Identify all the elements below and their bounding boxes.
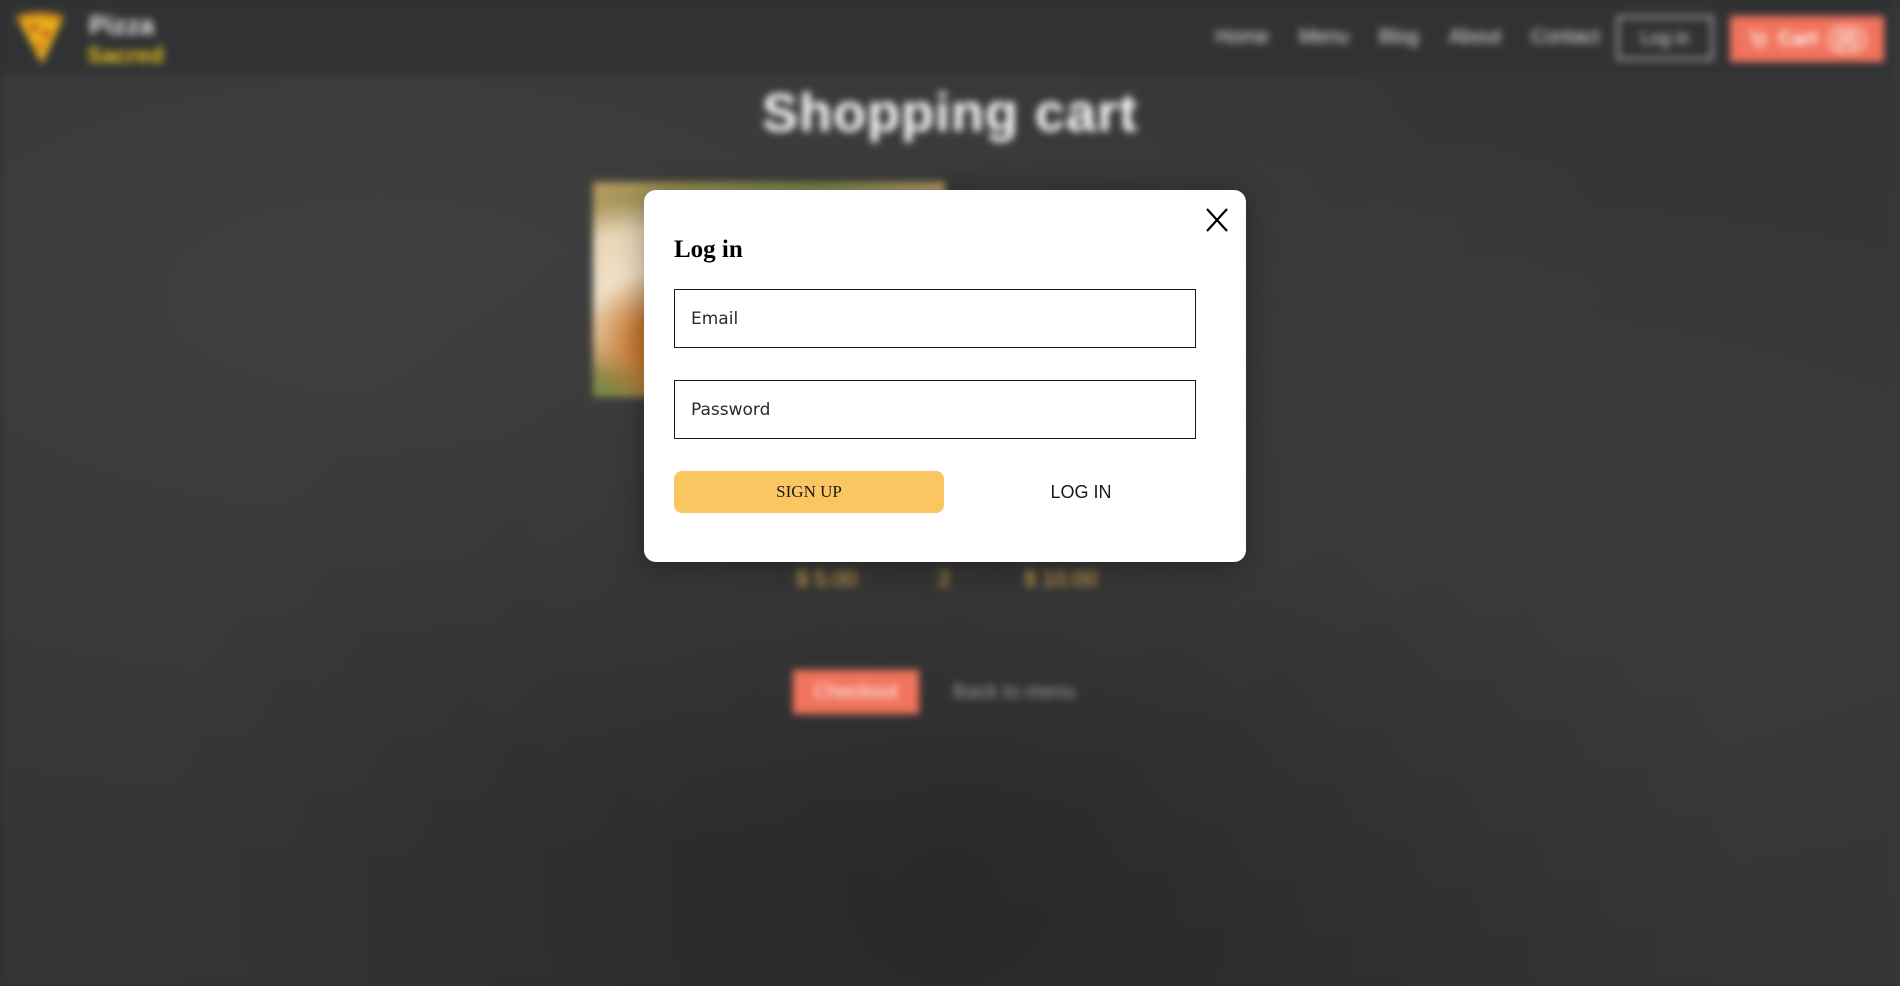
pizza-logo-icon[interactable] bbox=[12, 8, 68, 66]
navbar: Pizza Sacred Home Menu Blog About Contac… bbox=[0, 0, 1900, 74]
cart-count-badge: (0) bbox=[1828, 26, 1866, 52]
checkout-button[interactable]: Checkout bbox=[793, 670, 919, 714]
nav-links: Home Menu Blog About Contact bbox=[1215, 26, 1600, 49]
modal-title: Log in bbox=[674, 236, 743, 263]
brand-name[interactable]: Pizza bbox=[89, 10, 154, 41]
email-field[interactable] bbox=[674, 289, 1196, 348]
back-to-menu-link[interactable]: Back to menu bbox=[953, 681, 1075, 704]
item-quantity: 2 bbox=[938, 566, 951, 591]
brand-subtitle[interactable]: Sacred bbox=[87, 42, 164, 69]
nav-link-menu[interactable]: Menu bbox=[1299, 26, 1349, 49]
line-total: $ 10.00 bbox=[1024, 566, 1098, 591]
login-modal: Log in SIGN UP LOG IN bbox=[644, 190, 1246, 562]
close-icon[interactable] bbox=[1204, 206, 1230, 234]
sign-up-button[interactable]: SIGN UP bbox=[674, 471, 944, 513]
nav-cart-button[interactable]: Cart (0) bbox=[1730, 16, 1884, 62]
log-in-button[interactable]: LOG IN bbox=[996, 471, 1166, 513]
unit-price: $ 5.00 bbox=[796, 566, 858, 591]
nav-link-about[interactable]: About bbox=[1449, 26, 1501, 49]
nav-login-button[interactable]: Log in bbox=[1617, 16, 1713, 60]
nav-link-blog[interactable]: Blog bbox=[1379, 26, 1419, 49]
password-field[interactable] bbox=[674, 380, 1196, 439]
nav-link-contact[interactable]: Contact bbox=[1531, 26, 1600, 49]
cart-icon bbox=[1749, 31, 1768, 48]
page-title: Shopping cart bbox=[762, 83, 1138, 143]
nav-link-home[interactable]: Home bbox=[1215, 26, 1268, 49]
cart-label: Cart bbox=[1777, 27, 1818, 50]
